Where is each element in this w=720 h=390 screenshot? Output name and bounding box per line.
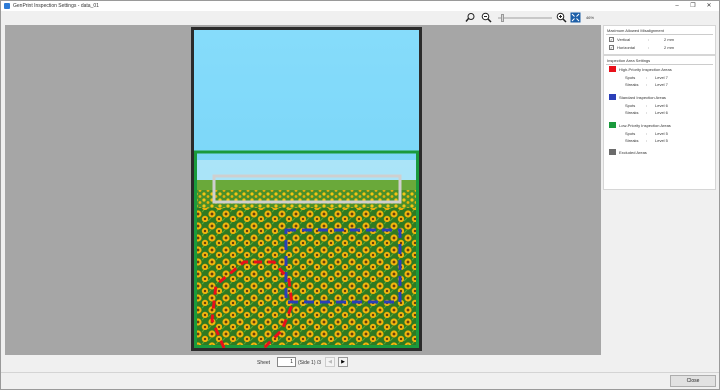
close-button[interactable]: Close — [670, 375, 716, 387]
high-priority-label[interactable]: High-Priority Inspection Areas — [619, 67, 672, 72]
streaks-label: Streaks — [625, 82, 639, 87]
zoom-out-icon[interactable] — [481, 12, 492, 23]
sheet-pager: Sheet 1 (Side 1) /3 ◀ ▶ — [5, 355, 601, 371]
preview-area[interactable] — [5, 25, 601, 355]
side-indicator: (Side 1) /3 — [298, 360, 322, 366]
misalignment-section: Maximum Allowed Misalignment ✓ Vertical … — [603, 25, 716, 55]
low-priority-label[interactable]: Low-Priority Inspection Areas — [619, 123, 671, 128]
separator: : — [646, 110, 648, 115]
sheet-label: Sheet — [257, 360, 271, 366]
separator: : — [646, 75, 648, 80]
separator: : — [646, 138, 648, 143]
standard-label[interactable]: Standard Inspection Areas — [619, 95, 666, 100]
low-priority-streaks-value: Level 5 — [655, 138, 668, 143]
close-window-icon[interactable]: ✕ — [701, 1, 717, 11]
misalignment-title: Maximum Allowed Misalignment — [607, 28, 664, 33]
zoom-slider-track[interactable] — [498, 17, 552, 19]
vertical-value: 2 mm — [664, 37, 674, 42]
inspection-area-title: Inspection Area Settings — [607, 58, 651, 63]
inspection-settings-window: GenPrint Inspection Settings - data_01 –… — [0, 0, 720, 390]
horizontal-checkbox[interactable]: ✓ — [609, 45, 614, 50]
sunflower-image — [194, 30, 419, 348]
standard-swatch[interactable] — [609, 94, 616, 100]
high-priority-streaks-value: Level 7 — [655, 82, 668, 87]
low-priority-spots-value: Level 5 — [655, 131, 668, 136]
zoom-in-icon[interactable] — [556, 12, 567, 23]
horizontal-label: Horizontal — [617, 45, 636, 50]
title-bar: GenPrint Inspection Settings - data_01 –… — [1, 1, 719, 11]
inspection-area-section: Inspection Area Settings High-Priority I… — [603, 55, 716, 190]
separator: : — [648, 45, 650, 50]
high-priority-spots-value: Level 7 — [655, 75, 668, 80]
excluded-swatch[interactable] — [609, 149, 616, 155]
fit-page-icon[interactable] — [570, 12, 581, 23]
pan-hand-icon[interactable] — [465, 12, 476, 23]
standard-spots-value: Level 6 — [655, 103, 668, 108]
sheet-preview[interactable] — [191, 27, 422, 351]
separator: : — [648, 37, 650, 42]
spots-label: Spots — [625, 103, 636, 108]
separator: : — [646, 103, 648, 108]
spots-label: Spots — [625, 131, 636, 136]
minimize-icon[interactable]: – — [669, 1, 685, 11]
window-controls: – ❐ ✕ — [669, 1, 717, 11]
zoom-slider-thumb[interactable] — [501, 14, 504, 22]
zoom-value: 46% — [586, 15, 595, 20]
window-title: GenPrint Inspection Settings - data_01 — [13, 3, 99, 9]
streaks-label: Streaks — [625, 138, 639, 143]
footer-divider — [1, 372, 719, 373]
app-icon — [4, 3, 10, 9]
next-sheet-button[interactable]: ▶ — [338, 357, 348, 367]
restore-icon[interactable]: ❐ — [685, 1, 701, 11]
toolbar: 46% — [1, 11, 719, 24]
prev-sheet-button[interactable]: ◀ — [325, 357, 335, 367]
spots-label: Spots — [625, 75, 636, 80]
excluded-label[interactable]: Excluded Areas — [619, 150, 647, 155]
standard-streaks-value: Level 6 — [655, 110, 668, 115]
vertical-checkbox[interactable]: ✓ — [609, 37, 614, 42]
high-priority-swatch[interactable] — [609, 66, 616, 72]
low-priority-swatch[interactable] — [609, 122, 616, 128]
settings-panel: Maximum Allowed Misalignment ✓ Vertical … — [603, 25, 716, 371]
sheet-number-input[interactable]: 1 — [277, 357, 296, 367]
separator: : — [646, 82, 648, 87]
vertical-label: Vertical — [617, 37, 631, 42]
streaks-label: Streaks — [625, 110, 639, 115]
horizontal-value: 2 mm — [664, 45, 674, 50]
separator: : — [646, 131, 648, 136]
